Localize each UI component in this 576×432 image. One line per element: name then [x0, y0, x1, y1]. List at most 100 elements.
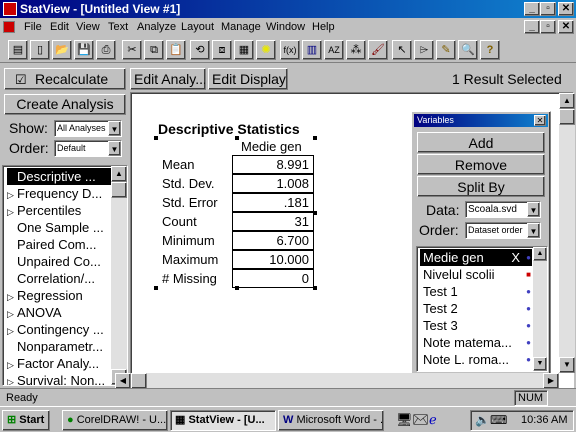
edit-display-button[interactable]: Edit Display [208, 68, 288, 90]
open-icon[interactable]: 📂 [52, 40, 72, 60]
variable-item[interactable]: Test 1 ● [420, 283, 532, 300]
minimize-button[interactable]: _ [524, 2, 540, 16]
expand-arrow-icon[interactable]: ▷ [7, 289, 17, 304]
sort-az-icon[interactable]: AZ [324, 40, 344, 60]
scroll-thumb[interactable] [131, 373, 147, 389]
group-icon[interactable]: ⧈ [212, 40, 232, 60]
list-item[interactable]: Nonparametr... [7, 338, 111, 355]
scroll-up-icon[interactable]: ▲ [533, 247, 547, 261]
task-statview[interactable]: ▦ StatView - [U... [170, 410, 276, 431]
chevron-down-icon[interactable]: ▼ [527, 223, 540, 238]
close-icon[interactable]: ✕ [534, 115, 546, 126]
maximize-button[interactable]: ▫ [540, 2, 556, 16]
tray-icons[interactable]: 🔈⌨ [475, 413, 507, 427]
list-item[interactable]: One Sample ... [7, 219, 111, 236]
expand-arrow-icon[interactable]: ▷ [7, 187, 17, 202]
expand-arrow-icon[interactable]: ▷ [7, 374, 17, 385]
list-scrollbar[interactable]: ▲ ▼ [111, 166, 127, 385]
rotate-icon[interactable]: ⟲ [190, 40, 210, 60]
list-item[interactable]: ▷ Factor Analy... [7, 355, 111, 372]
variables-title-bar[interactable]: Variables ✕ [414, 114, 548, 127]
new-page-icon[interactable]: ▯ [30, 40, 50, 60]
menu-edit[interactable]: Edit [50, 18, 69, 36]
variables-scrollbar[interactable]: ▲ ▼ [533, 247, 547, 371]
show-select[interactable]: All Analyses ▼ [54, 120, 122, 137]
paste-icon[interactable]: 📋 [166, 40, 186, 60]
view-horizontal-scrollbar[interactable]: ◀ ▶ [115, 373, 559, 389]
list-item[interactable]: Descriptive ... [7, 168, 111, 185]
add-button[interactable]: Add [417, 132, 545, 153]
start-button[interactable]: ⊞ Start [2, 410, 50, 431]
menu-analyze[interactable]: Analyze [137, 18, 176, 36]
doc-minimize-button[interactable]: _ [524, 20, 540, 34]
new-doc-icon[interactable]: ▤ [8, 40, 28, 60]
save-icon[interactable]: 💾 [74, 40, 94, 60]
variable-item[interactable]: Test 3 ● [420, 317, 532, 334]
order-select[interactable]: Default ▼ [54, 140, 122, 157]
create-analysis-button[interactable]: Create Analysis [4, 94, 126, 115]
scroll-down-icon[interactable]: ▼ [559, 357, 575, 373]
scroll-thumb[interactable] [559, 109, 575, 125]
view-vertical-scrollbar[interactable]: ▲ ▼ [559, 93, 575, 373]
task-coreldraw[interactable]: ● CorelDRAW! - U... [62, 410, 168, 431]
chevron-down-icon[interactable]: ▼ [108, 121, 121, 136]
pencil-icon[interactable]: ✎ [436, 40, 456, 60]
remove-button[interactable]: Remove [417, 154, 545, 175]
desktop-icon[interactable]: 🖥 [396, 412, 413, 427]
recalculate-toggle[interactable]: ☑ Recalculate [4, 68, 126, 90]
variables-order-select[interactable]: Dataset order ▼ [465, 222, 541, 239]
view-canvas[interactable]: Descriptive Statistics Medie gen Mean 8.9… [115, 92, 575, 389]
selection-handle[interactable] [154, 136, 158, 140]
list-item[interactable]: ▷ Percentiles [7, 202, 111, 219]
list-item[interactable]: ▷ Survival: Non... [7, 372, 111, 385]
menu-file[interactable]: File [24, 18, 42, 36]
list-item[interactable]: ▷ Regression [7, 287, 111, 304]
menu-view[interactable]: View [76, 18, 100, 36]
scroll-down-icon[interactable]: ▼ [533, 357, 547, 371]
help-icon[interactable]: ? [480, 40, 500, 60]
list-item[interactable]: ▷ ANOVA [7, 304, 111, 321]
selection-handle[interactable] [235, 136, 239, 140]
ungroup-icon[interactable]: ▦ [234, 40, 254, 60]
expand-arrow-icon[interactable]: ▷ [7, 204, 17, 219]
arrow-icon[interactable]: ↖ [392, 40, 412, 60]
doc-icon[interactable] [3, 21, 15, 33]
menu-help[interactable]: Help [312, 18, 335, 36]
highlight-icon[interactable]: ✺ [256, 40, 276, 60]
doc-close-button[interactable]: ✕ [558, 20, 574, 34]
variable-item[interactable]: Note L. roma... ● [420, 351, 532, 368]
scroll-right-icon[interactable]: ▶ [543, 373, 559, 389]
ie-icon[interactable]: ℯ [429, 412, 437, 427]
pointer-icon[interactable]: ⌲ [414, 40, 434, 60]
task-word[interactable]: W Microsoft Word - ... [278, 410, 384, 431]
data-select[interactable]: Scoala.svd ▼ [465, 201, 541, 218]
menu-manage[interactable]: Manage [221, 18, 261, 36]
brush-icon[interactable]: 🖌 [368, 40, 388, 60]
variable-item[interactable]: Test 2 ● [420, 300, 532, 317]
cut-icon[interactable]: ✂ [122, 40, 142, 60]
print-icon[interactable]: ⎙ [96, 40, 116, 60]
doc-restore-button[interactable]: ▫ [540, 20, 556, 34]
split-by-button[interactable]: Split By [417, 176, 545, 197]
close-button[interactable]: ✕ [558, 2, 574, 16]
chart-icon[interactable]: ⁂ [346, 40, 366, 60]
variable-item[interactable]: Nivelul scolii ■ [420, 266, 532, 283]
list-item[interactable]: Correlation/... [7, 270, 111, 287]
fx-icon[interactable]: f(x) [280, 40, 300, 60]
chevron-down-icon[interactable]: ▼ [108, 141, 121, 156]
copy-icon[interactable]: ⧉ [144, 40, 164, 60]
menu-window[interactable]: Window [266, 18, 305, 36]
scroll-up-icon[interactable]: ▲ [111, 166, 127, 182]
scroll-thumb[interactable] [111, 182, 127, 198]
expand-arrow-icon[interactable]: ▷ [7, 306, 17, 321]
expand-arrow-icon[interactable]: ▷ [7, 323, 17, 338]
scroll-left-icon[interactable]: ◀ [115, 373, 131, 389]
expand-arrow-icon[interactable]: ▷ [7, 357, 17, 372]
selection-handle[interactable] [313, 136, 317, 140]
list-item[interactable]: ▷ Frequency D... [7, 185, 111, 202]
list-item[interactable]: Unpaired Co... [7, 253, 111, 270]
edit-analysis-button[interactable]: Edit Analy... [130, 68, 206, 90]
table-icon[interactable]: ▥ [302, 40, 322, 60]
menu-layout[interactable]: Layout [181, 18, 214, 36]
scroll-up-icon[interactable]: ▲ [559, 93, 575, 109]
